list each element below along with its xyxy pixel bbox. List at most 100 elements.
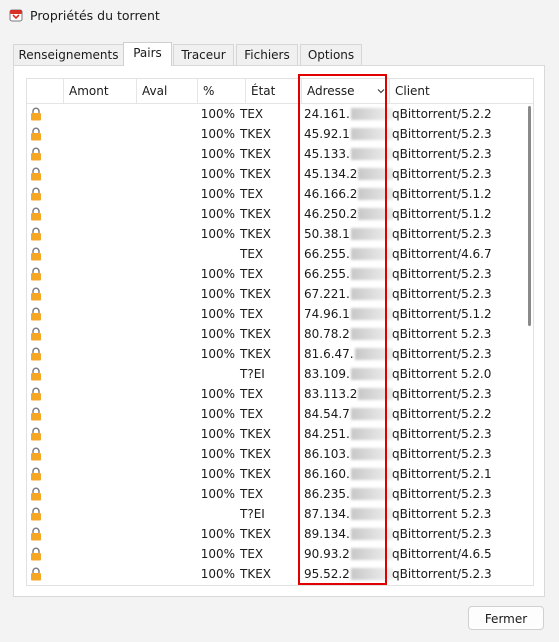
peer-state: TKEX	[240, 207, 272, 221]
peer-state: TKEX	[240, 287, 272, 301]
lock-icon	[31, 127, 41, 141]
peer-address: 24.161.	[303, 104, 393, 124]
peer-state: TEX	[240, 547, 264, 561]
redacted-address-blur	[350, 128, 393, 140]
peer-address-text: 87.134.	[304, 507, 350, 521]
redacted-address-blur	[358, 208, 393, 220]
lock-icon	[31, 107, 41, 121]
tab-renseignements[interactable]: Renseignements	[13, 44, 124, 65]
lock-icon	[31, 567, 41, 581]
peer-address-text: 83.113.2	[304, 387, 358, 401]
peer-percent: 100%	[200, 347, 235, 361]
peer-address: 45.92.1	[303, 124, 393, 144]
table-row[interactable]: 100% TKEX 46.250.2 qBittorrent/5.1.2	[27, 204, 523, 224]
column-header-flags[interactable]	[27, 79, 64, 103]
table-row[interactable]: 100% TEX 83.113.2 qBittorrent/5.2.3	[27, 384, 523, 404]
peer-address-text: 86.103.	[304, 447, 350, 461]
table-row[interactable]: 100% TEX 84.54.7 qBittorrent/5.2.2	[27, 404, 523, 424]
column-header-address[interactable]: Adresse	[302, 79, 390, 103]
lock-icon	[31, 527, 41, 541]
peer-client: qBittorrent/5.2.3	[392, 267, 492, 281]
redacted-address-blur	[350, 148, 393, 160]
lock-icon	[31, 347, 41, 361]
tab-options[interactable]: Options	[300, 44, 362, 65]
tab-traceur[interactable]: Traceur	[173, 44, 234, 65]
table-row[interactable]: T?EI 87.134. qBittorrent 5.2.3	[27, 504, 523, 524]
table-row[interactable]: 100% TKEX 81.6.47. qBittorrent/5.2.3	[27, 344, 523, 364]
redacted-address-blur	[350, 288, 393, 300]
peer-percent: 100%	[200, 287, 235, 301]
peer-client: qBittorrent/5.2.3	[392, 127, 492, 141]
vertical-scrollbar[interactable]	[528, 106, 531, 326]
lock-icon	[31, 207, 41, 221]
table-row[interactable]: 100% TKEX 95.52.2 qBittorrent/5.2.3	[27, 564, 523, 584]
peer-address: 74.96.1	[303, 304, 393, 324]
peer-client: qBittorrent/5.2.3	[392, 567, 492, 581]
peer-state: T?EI	[240, 367, 265, 381]
tab-pairs[interactable]: Pairs	[123, 42, 172, 66]
table-row[interactable]: 100% TEX 66.255. qBittorrent/5.2.3	[27, 264, 523, 284]
lock-icon	[31, 547, 41, 561]
peer-state: TKEX	[240, 227, 272, 241]
table-row[interactable]: 100% TKEX 67.221. qBittorrent/5.2.3	[27, 284, 523, 304]
column-header-percent[interactable]: %	[198, 79, 246, 103]
table-row[interactable]: 100% TKEX 45.92.1 qBittorrent/5.2.3	[27, 124, 523, 144]
peers-list[interactable]: Amont Aval % État Adresse Client 100% TEX…	[26, 78, 534, 586]
lock-icon	[31, 307, 41, 321]
tab-fichiers[interactable]: Fichiers	[236, 44, 298, 65]
peer-address: 90.93.2	[303, 544, 393, 564]
peer-percent	[187, 504, 235, 524]
redacted-address-blur	[350, 548, 393, 560]
lock-icon	[31, 267, 41, 281]
table-row[interactable]: TEX 66.255. qBittorrent/4.6.7	[27, 244, 523, 264]
peer-address: 66.255.	[303, 244, 393, 264]
chevron-down-icon	[377, 89, 385, 94]
table-row[interactable]: 100% TEX 24.161. qBittorrent/5.2.2	[27, 104, 523, 124]
redacted-address-blur	[350, 268, 393, 280]
column-header-client[interactable]: Client	[390, 79, 533, 103]
peer-address: 89.134.	[303, 524, 393, 544]
peer-client: qBittorrent/5.2.3	[392, 227, 492, 241]
peer-address-text: 67.221.	[304, 287, 350, 301]
peer-address-text: 45.133.	[304, 147, 350, 161]
redacted-address-blur	[350, 228, 393, 240]
table-row[interactable]: 100% TKEX 89.134. qBittorrent/5.2.3	[27, 524, 523, 544]
column-header-amont[interactable]: Amont	[64, 79, 137, 103]
peer-state: TEX	[240, 487, 264, 501]
table-row[interactable]: 100% TKEX 84.251. qBittorrent/5.2.3	[27, 424, 523, 444]
column-header-aval[interactable]: Aval	[137, 79, 198, 103]
table-row[interactable]: 100% TKEX 45.134.2 qBittorrent/5.2.3	[27, 164, 523, 184]
window-title: Propriétés du torrent	[30, 8, 160, 23]
table-row[interactable]: 100% TKEX 86.160. qBittorrent/5.2.1	[27, 464, 523, 484]
peer-address: 86.235.	[303, 484, 393, 504]
peer-address-text: 46.250.2	[304, 207, 358, 221]
peer-address: 45.134.2	[303, 164, 393, 184]
lock-icon	[31, 367, 41, 381]
peer-percent: 100%	[200, 467, 235, 481]
table-row[interactable]: 100% TEX 90.93.2 qBittorrent/4.6.5	[27, 544, 523, 564]
peer-percent: 100%	[200, 447, 235, 461]
peer-client: qBittorrent/5.2.2	[392, 107, 492, 121]
peer-address: 45.133.	[303, 144, 393, 164]
table-row[interactable]: 100% TKEX 86.103. qBittorrent/5.2.3	[27, 444, 523, 464]
peer-address-text: 24.161.	[304, 107, 350, 121]
table-row[interactable]: T?EI 83.109. qBittorrent 5.2.0	[27, 364, 523, 384]
redacted-address-blur	[350, 448, 393, 460]
peer-percent: 100%	[200, 407, 235, 421]
peer-address: 87.134.	[303, 504, 393, 524]
redacted-address-blur	[354, 348, 393, 360]
column-header-state[interactable]: État	[246, 79, 302, 103]
table-row[interactable]: 100% TKEX 50.38.1 qBittorrent/5.2.3	[27, 224, 523, 244]
table-row[interactable]: 100% TEX 74.96.1 qBittorrent/5.1.2	[27, 304, 523, 324]
peer-percent: 100%	[200, 207, 235, 221]
redacted-address-blur	[350, 108, 393, 120]
table-row[interactable]: 100% TKEX 45.133. qBittorrent/5.2.3	[27, 144, 523, 164]
lock-icon	[31, 227, 41, 241]
table-row[interactable]: 100% TEX 86.235. qBittorrent/5.2.3	[27, 484, 523, 504]
table-row[interactable]: 100% TKEX 80.78.2 qBittorrent 5.2.3	[27, 324, 523, 344]
peer-state: TEX	[240, 407, 264, 421]
close-button[interactable]: Fermer	[468, 606, 544, 630]
peer-address-text: 95.52.2	[304, 567, 350, 581]
peer-state: TEX	[240, 387, 264, 401]
table-row[interactable]: 100% TEX 46.166.2 qBittorrent/5.1.2	[27, 184, 523, 204]
